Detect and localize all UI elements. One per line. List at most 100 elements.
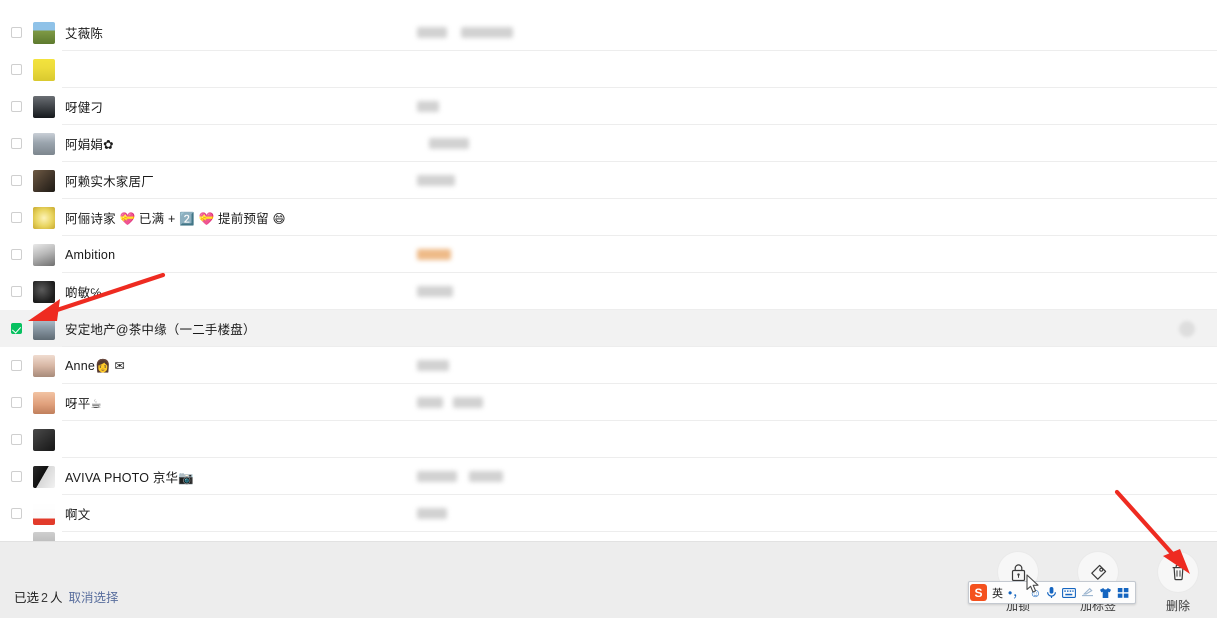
- row-checkbox-cell[interactable]: [0, 286, 33, 297]
- ime-toolbox-icon[interactable]: [1115, 583, 1132, 603]
- table-row[interactable]: Anne👩 ✉: [0, 347, 1217, 384]
- row-checkbox[interactable]: [11, 175, 22, 186]
- delete-action-button[interactable]: 删除: [1151, 552, 1205, 614]
- contact-meta: [417, 322, 537, 336]
- contact-meta: [417, 507, 537, 521]
- avatar: [33, 465, 55, 488]
- avatar: [33, 21, 55, 44]
- table-row[interactable]: Ambition: [0, 236, 1217, 273]
- contact-meta: [417, 433, 537, 447]
- redacted-meta-text: [469, 470, 503, 482]
- row-checkbox-cell[interactable]: [0, 360, 33, 371]
- row-checkbox[interactable]: [11, 101, 22, 112]
- row-checkbox[interactable]: [11, 27, 22, 38]
- row-checkbox-cell[interactable]: [0, 249, 33, 260]
- cancel-selection-link[interactable]: 取消选择: [68, 591, 118, 605]
- avatar: [33, 206, 55, 229]
- contact-meta: [417, 359, 537, 373]
- table-row[interactable]: 阿娟娟✿: [0, 125, 1217, 162]
- avatar: [33, 354, 55, 377]
- row-checkbox[interactable]: [11, 212, 22, 223]
- table-row[interactable]: 安定地产@茶中缘（一二手楼盘）: [0, 310, 1217, 347]
- contacts-manager-window: 艾薇陈呀健刁 阿娟娟✿ 阿赖实木家居厂阿俪诗家 💝 已满 + 2️⃣ 💝 提前预留 …: [0, 0, 1217, 618]
- redacted-meta-text: [417, 26, 447, 38]
- avatar: [33, 243, 55, 266]
- contact-meta: [417, 63, 537, 77]
- row-checkbox-cell[interactable]: [0, 323, 33, 334]
- avatar: [33, 502, 55, 525]
- redacted-meta-text: [417, 396, 443, 408]
- row-status-icon: [1179, 320, 1195, 337]
- row-checkbox-cell[interactable]: [0, 64, 33, 75]
- ime-voice-icon[interactable]: [1044, 583, 1059, 603]
- row-checkbox[interactable]: [11, 508, 22, 519]
- table-row[interactable]: 啲敏℅: [0, 273, 1217, 310]
- row-checkbox-cell[interactable]: [0, 471, 33, 482]
- tag-icon: [1090, 564, 1106, 580]
- ime-handwriting-icon[interactable]: [1079, 583, 1096, 603]
- selected-row-checkbox[interactable]: [11, 323, 22, 334]
- row-checkbox-cell[interactable]: [0, 434, 33, 445]
- redacted-meta-text: [417, 359, 449, 371]
- avatar: [33, 58, 55, 81]
- table-row[interactable]: 呀平☕: [0, 384, 1217, 421]
- row-checkbox-cell[interactable]: [0, 397, 33, 408]
- table-row[interactable]: 呀健刁: [0, 88, 1217, 125]
- row-checkbox[interactable]: [11, 286, 22, 297]
- contact-name: 啊文: [65, 508, 91, 522]
- row-checkbox-cell[interactable]: [0, 175, 33, 186]
- row-checkbox[interactable]: [11, 471, 22, 482]
- table-row[interactable]: 艾薇陈: [0, 14, 1217, 51]
- ime-skin-icon[interactable]: [1097, 583, 1114, 603]
- redacted-meta-text: [453, 396, 483, 408]
- table-row[interactable]: 阿俪诗家 💝 已满 + 2️⃣ 💝 提前预留 😄: [0, 199, 1217, 236]
- row-checkbox[interactable]: [11, 138, 22, 149]
- ime-punctuation-icon[interactable]: •，: [1006, 583, 1026, 603]
- table-row[interactable]: 啊文: [0, 495, 1217, 532]
- sogou-logo-icon[interactable]: S: [970, 584, 987, 601]
- contact-name: AVIVA PHOTO 京华📷: [65, 471, 195, 485]
- avatar: [33, 95, 55, 118]
- redacted-meta-text: [417, 174, 455, 186]
- contact-list[interactable]: 艾薇陈呀健刁 阿娟娟✿ 阿赖实木家居厂阿俪诗家 💝 已满 + 2️⃣ 💝 提前预留 …: [0, 0, 1217, 541]
- row-checkbox-cell[interactable]: [0, 508, 33, 519]
- row-checkbox[interactable]: [11, 360, 22, 371]
- avatar: [33, 132, 55, 155]
- table-row[interactable]: AVIVA PHOTO 京华📷: [0, 458, 1217, 495]
- contact-meta: [417, 470, 537, 484]
- contact-name: 阿赖实木家居厂: [65, 175, 154, 189]
- redacted-meta-text: [461, 26, 513, 38]
- contact-name: 啲敏℅: [65, 286, 102, 300]
- row-checkbox-cell[interactable]: [0, 138, 33, 149]
- redacted-meta-text: [417, 100, 439, 112]
- row-checkbox[interactable]: [11, 64, 22, 75]
- avatar: [33, 317, 55, 340]
- avatar: [33, 169, 55, 192]
- ime-language-mode-button[interactable]: 英: [990, 583, 1005, 603]
- selected-count: 2: [41, 591, 48, 605]
- trash-icon: [1172, 564, 1184, 580]
- table-row[interactable]: [0, 51, 1217, 88]
- contact-name: 阿俪诗家 💝 已满 + 2️⃣ 💝 提前预留 😄: [65, 212, 286, 226]
- contact-meta: [417, 100, 537, 114]
- row-checkbox-cell[interactable]: [0, 101, 33, 112]
- table-row[interactable]: 阿赖实木家居厂: [0, 162, 1217, 199]
- contact-meta: [417, 26, 537, 40]
- table-row[interactable]: [0, 421, 1217, 458]
- contact-name: 呀平☕: [65, 397, 102, 411]
- contact-name: Ambition: [65, 247, 116, 262]
- row-checkbox[interactable]: [11, 397, 22, 408]
- row-checkbox[interactable]: [11, 434, 22, 445]
- contact-rows: 艾薇陈呀健刁 阿娟娟✿ 阿赖实木家居厂阿俪诗家 💝 已满 + 2️⃣ 💝 提前预留 …: [0, 14, 1217, 541]
- selected-suffix-label: 人: [49, 591, 63, 605]
- ime-keyboard-icon[interactable]: [1060, 583, 1078, 603]
- row-checkbox[interactable]: [11, 249, 22, 260]
- contact-meta: [417, 248, 537, 262]
- row-checkbox-cell[interactable]: [0, 212, 33, 223]
- avatar: [33, 532, 55, 541]
- sogou-ime-toolbar[interactable]: S 英 •， ☺: [968, 581, 1137, 604]
- delete-button-circle[interactable]: [1158, 552, 1198, 592]
- contact-name: 艾薇陈: [65, 27, 104, 41]
- delete-action-label: 删除: [1165, 599, 1190, 613]
- row-checkbox-cell[interactable]: [0, 27, 33, 38]
